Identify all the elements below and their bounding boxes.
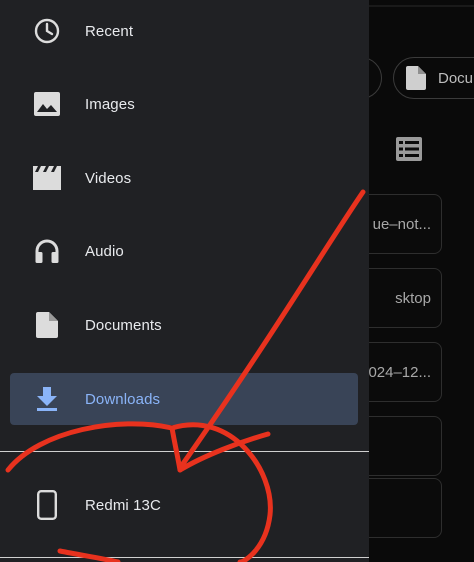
clock-icon [32, 16, 62, 46]
drawer-item-label: Documents [85, 316, 162, 334]
drawer-item-label: Audio [85, 242, 124, 260]
document-icon [32, 310, 62, 340]
drawer-item-label: Downloads [85, 390, 161, 408]
list-view-icon[interactable] [396, 137, 422, 161]
drawer-item-label: Redmi 13C [85, 496, 161, 514]
file-manager-screen: Docu ue–not... sktop 024–12... Recent Im… [0, 0, 474, 562]
file-card-name: ue–not... [372, 215, 431, 233]
file-card-name: sktop [395, 289, 431, 307]
video-icon [32, 163, 62, 193]
phone-icon [32, 490, 62, 520]
drawer-divider [0, 557, 369, 558]
file-card-name: 024–12... [368, 363, 431, 381]
download-icon [32, 384, 62, 414]
image-icon [32, 89, 62, 119]
filter-chip-documents[interactable]: Docu [393, 57, 474, 99]
document-icon [406, 66, 426, 90]
drawer-item-label: Images [85, 95, 135, 113]
headphones-icon [32, 236, 62, 266]
drawer-divider [0, 451, 369, 452]
drawer-item-images[interactable]: Images [10, 78, 358, 130]
drawer-item-device[interactable]: Redmi 13C [10, 479, 358, 531]
drawer-item-videos[interactable]: Videos [10, 152, 358, 204]
filter-chip-label: Docu [438, 69, 474, 87]
drawer-item-label: Videos [85, 169, 132, 187]
drawer-item-recent[interactable]: Recent [10, 5, 358, 57]
top-divider [360, 5, 474, 7]
drawer-item-audio[interactable]: Audio [10, 225, 358, 277]
drawer-item-label: Recent [85, 22, 134, 40]
navigation-drawer: Recent Images Videos Audio Documents Dow… [0, 0, 369, 562]
drawer-item-downloads[interactable]: Downloads [10, 373, 358, 425]
drawer-item-documents[interactable]: Documents [10, 299, 358, 351]
